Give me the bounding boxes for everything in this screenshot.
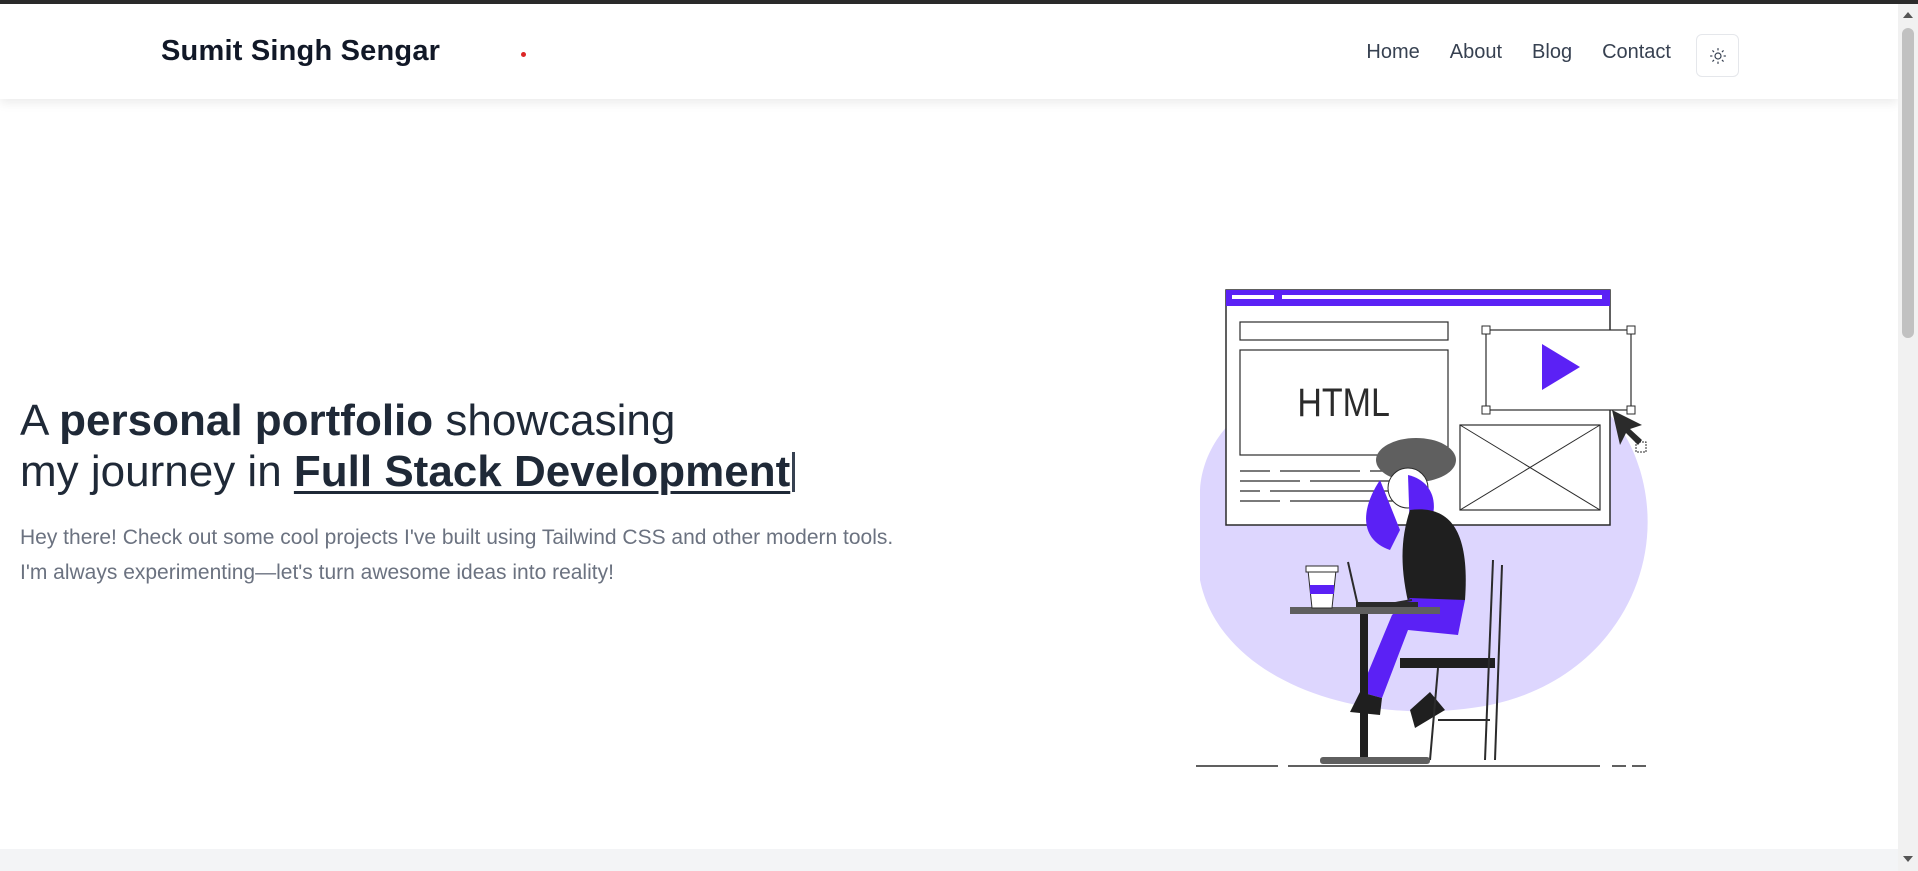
next-section-edge bbox=[0, 849, 1898, 871]
hero-description: Hey there! Check out some cool projects … bbox=[20, 520, 920, 590]
hero-desc-line2: I'm always experimenting—let's turn awes… bbox=[20, 561, 614, 584]
hero-title: A personal portfolio showcasing my journ… bbox=[20, 395, 796, 497]
video-player bbox=[1481, 325, 1636, 415]
sun-icon bbox=[1709, 47, 1726, 64]
nav-about-link[interactable]: About bbox=[1450, 41, 1502, 64]
page-scrollbar[interactable] bbox=[1898, 4, 1918, 871]
hero-title-prefix: A bbox=[20, 396, 60, 445]
hero-title-bold: personal portfolio bbox=[59, 396, 434, 445]
developer-illustration: HTML bbox=[1196, 289, 1648, 767]
typing-caret bbox=[792, 452, 796, 492]
theme-toggle-button[interactable] bbox=[1696, 34, 1739, 77]
scroll-down-arrow-icon[interactable] bbox=[1903, 856, 1913, 862]
hero-desc-line1: Hey there! Check out some cool projects … bbox=[20, 526, 894, 549]
hero-title-mid: showcasing bbox=[433, 396, 676, 445]
nav-blog-link[interactable]: Blog bbox=[1532, 41, 1572, 64]
hero-title-highlight: Full Stack Development bbox=[293, 447, 791, 496]
main-nav: Home About Blog Contact bbox=[1366, 41, 1671, 64]
scrollbar-thumb[interactable] bbox=[1902, 28, 1914, 338]
site-header: Sumit Singh Sengar Home About Blog Conta… bbox=[0, 4, 1898, 99]
hero-title-line2: my journey in bbox=[20, 447, 294, 496]
brand-dot bbox=[521, 52, 526, 57]
nav-home-link[interactable]: Home bbox=[1366, 41, 1419, 64]
scroll-up-arrow-icon[interactable] bbox=[1903, 12, 1913, 18]
nav-contact-link[interactable]: Contact bbox=[1602, 41, 1671, 64]
html-label: HTML bbox=[1297, 379, 1390, 424]
brand-name[interactable]: Sumit Singh Sengar bbox=[161, 35, 440, 68]
